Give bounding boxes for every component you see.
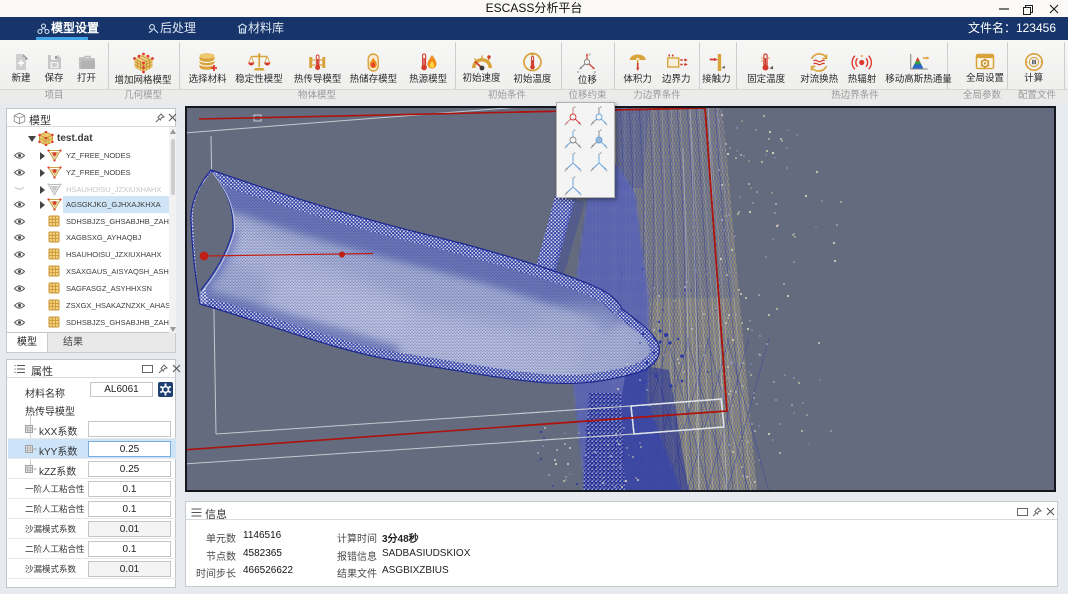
- svg-text:x: x: [577, 69, 579, 74]
- svg-text:y: y: [594, 69, 596, 74]
- svg-text:Y: Y: [589, 52, 592, 57]
